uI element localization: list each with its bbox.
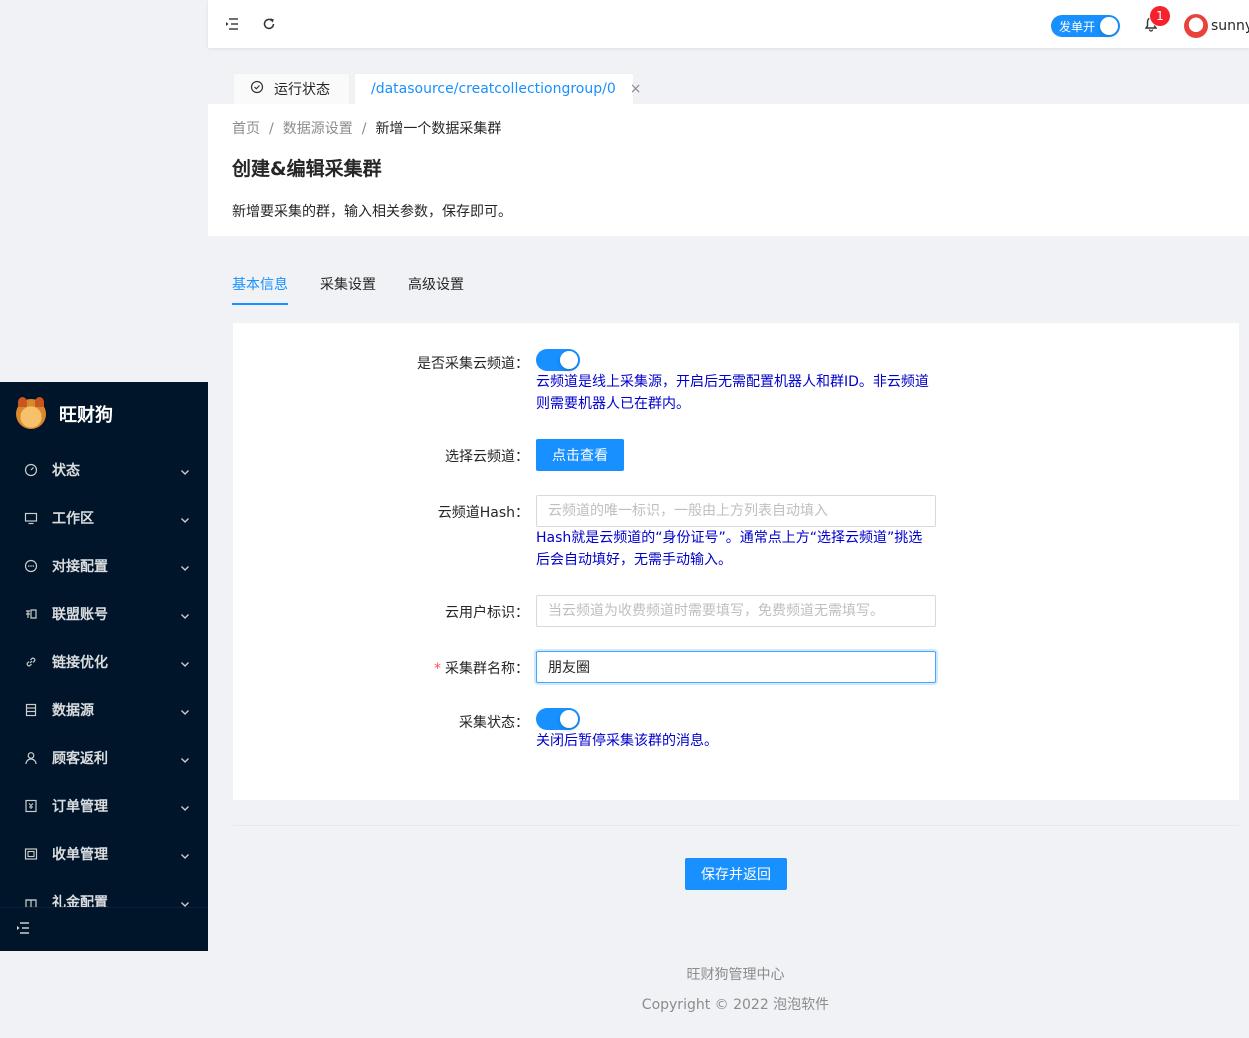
sidebar-item-receipt-management[interactable]: 收单管理 <box>0 830 208 878</box>
sidebar-item-customer-rebate[interactable]: 顾客返利 <box>0 734 208 782</box>
sidebar-item-order-management[interactable]: 订单管理 <box>0 782 208 830</box>
breadcrumb-datasource[interactable]: 数据源设置 <box>283 121 353 137</box>
sidebar-item-label: 状态 <box>52 463 80 479</box>
tab-advanced-settings[interactable]: 高级设置 <box>408 274 464 305</box>
desktop-icon <box>24 511 38 525</box>
tab-collection-settings[interactable]: 采集设置 <box>320 274 376 305</box>
sidebar-item-label: 数据源 <box>52 703 94 719</box>
sidebar-item-integration[interactable]: 对接配置 <box>0 542 208 590</box>
chevron-down-icon <box>180 561 190 571</box>
form-tabs: 基本信息 采集设置 高级设置 <box>232 274 496 305</box>
username[interactable]: sunny <box>1211 18 1249 34</box>
breadcrumb-separator: / <box>269 121 274 137</box>
sidebar-item-label: 订单管理 <box>52 799 108 815</box>
hash-input[interactable] <box>536 495 936 527</box>
divider <box>233 825 1239 826</box>
hash-label: 云频道Hash： <box>437 505 529 521</box>
view-channels-button[interactable]: 点击查看 <box>536 439 624 471</box>
switch-knob <box>1100 17 1118 35</box>
breadcrumb-home[interactable]: 首页 <box>232 121 260 137</box>
copyright: Copyright © 2022 泡泡软件 <box>641 997 830 1013</box>
user-id-label: 云用户标识： <box>445 605 529 621</box>
sidebar-item-label: 工作区 <box>52 511 94 527</box>
chevron-down-icon <box>180 801 190 811</box>
tab-label: 运行状态 <box>274 82 330 98</box>
check-circle-icon <box>250 80 264 98</box>
menu-unfold-icon[interactable] <box>16 921 30 939</box>
sidebar-item-label: 联盟账号 <box>52 607 108 623</box>
tab-run-status[interactable]: 运行状态 <box>233 73 350 104</box>
receipt-icon <box>24 847 38 861</box>
dog-logo-icon <box>16 397 46 429</box>
close-icon[interactable]: × <box>630 81 642 97</box>
app-name: 旺财狗 <box>59 405 113 426</box>
notification-badge: 1 <box>1150 6 1170 26</box>
cloud-channel-label: 是否采集云频道： <box>417 356 529 372</box>
chevron-down-icon <box>180 513 190 523</box>
cloud-channel-switch[interactable] <box>536 349 580 371</box>
link-icon <box>24 655 38 669</box>
chevron-down-icon <box>180 705 190 715</box>
top-header: 发单开 1 sunny <box>208 0 1249 48</box>
select-channel-label: 选择云频道： <box>445 449 529 465</box>
group-name-label: * 采集群名称： <box>434 658 529 678</box>
status-help: 关闭后暂停采集该群的消息。 <box>536 733 718 749</box>
user-id-input[interactable] <box>536 595 936 627</box>
footer-name: 旺财狗管理中心 <box>686 967 785 983</box>
sidebar-item-label: 对接配置 <box>52 559 108 575</box>
page-description: 新增要采集的群，输入相关参数，保存即可。 <box>232 204 512 220</box>
page-header: 首页 / 数据源设置 / 新增一个数据采集群 创建&编辑采集群 新增要采集的群，输入相关… <box>208 104 1249 236</box>
sidebar-item-link-optimize[interactable]: 链接优化 <box>0 638 208 686</box>
sidebar-item-workspace[interactable]: 工作区 <box>0 494 208 542</box>
reload-icon[interactable] <box>261 16 277 32</box>
menu-fold-icon[interactable] <box>224 16 240 32</box>
sidebar-item-datasource[interactable]: 数据源 <box>0 686 208 734</box>
page-title: 创建&编辑采集群 <box>232 158 382 180</box>
order-dispatch-switch[interactable]: 发单开 <box>1051 15 1120 37</box>
breadcrumb: 首页 / 数据源设置 / 新增一个数据采集群 <box>232 118 501 138</box>
form-card: 是否采集云频道： 云频道是线上采集源，开启后无需配置机器人和群ID。非云频道则需… <box>233 323 1239 800</box>
switch-knob <box>560 351 578 369</box>
sidebar-collapse-bar[interactable] <box>0 907 208 951</box>
chevron-down-icon <box>180 465 190 475</box>
chevron-down-icon <box>180 849 190 859</box>
collection-status-switch[interactable] <box>536 708 580 730</box>
breadcrumb-separator: / <box>361 121 367 137</box>
sidebar-item-label: 顾客返利 <box>52 751 108 767</box>
chevron-down-icon <box>180 897 190 907</box>
order-switch-label: 发单开 <box>1059 19 1096 34</box>
tab-basic-info[interactable]: 基本信息 <box>232 274 288 305</box>
chevron-down-icon <box>180 609 190 619</box>
app-logo[interactable]: 旺财狗 <box>0 382 208 446</box>
tab-create-collection-group[interactable]: /datasource/creatcollectiongroup/0 × <box>354 73 641 104</box>
breadcrumb-current: 新增一个数据采集群 <box>375 121 502 137</box>
database-icon <box>24 703 38 717</box>
sidebar: 旺财狗 状态 工作区 对接配置 联盟账号 链接优化 数据源 顾客返利 订单管理 <box>0 382 208 951</box>
tab-label: /datasource/creatcollectiongroup/0 <box>371 81 616 97</box>
hash-help: Hash就是云频道的“身份证号”。通常点上方“选择云频道”挑选后会自动填好，无需… <box>536 530 923 568</box>
chevron-down-icon <box>180 753 190 763</box>
sidebar-item-alliance-account[interactable]: 联盟账号 <box>0 590 208 638</box>
switch-knob <box>560 710 578 728</box>
status-label: 采集状态： <box>459 715 529 731</box>
dashboard-icon <box>24 463 38 477</box>
user-icon <box>24 751 38 765</box>
order-icon <box>24 799 38 813</box>
avatar[interactable] <box>1184 14 1208 38</box>
message-icon <box>24 559 38 573</box>
sidebar-item-label: 收单管理 <box>52 847 108 863</box>
group-name-input[interactable] <box>536 651 936 683</box>
sidebar-item-status[interactable]: 状态 <box>0 446 208 494</box>
save-and-return-button[interactable]: 保存并返回 <box>685 858 787 890</box>
group-name-label-text: 采集群名称： <box>445 661 529 677</box>
cloud-channel-help: 云频道是线上采集源，开启后无需配置机器人和群ID。非云频道则需要机器人已在群内。 <box>536 374 929 412</box>
chevron-down-icon <box>180 657 190 667</box>
taobao-icon <box>24 607 38 621</box>
sidebar-item-label: 链接优化 <box>52 655 108 671</box>
required-mark: * <box>434 661 441 677</box>
